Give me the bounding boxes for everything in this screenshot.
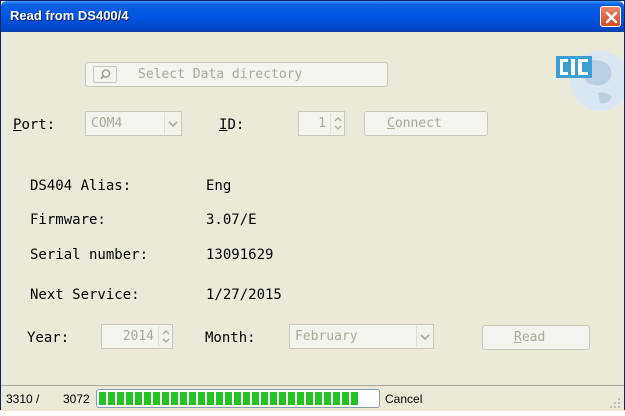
progress-block: [288, 392, 295, 405]
year-spin-buttons[interactable]: [158, 326, 172, 347]
year-stepper[interactable]: 2014: [101, 324, 173, 349]
progress-block: [99, 392, 106, 405]
progress-block: [108, 392, 115, 405]
port-value: COM4: [91, 116, 123, 131]
alias-value: Eng: [206, 178, 232, 194]
id-value: 1: [318, 116, 326, 131]
year-value: 2014: [122, 329, 154, 344]
close-icon: [605, 11, 618, 24]
serial-number-value: 13091629: [206, 247, 274, 263]
company-logo: [554, 43, 625, 113]
progress-block: [126, 392, 133, 405]
progress-fill: [99, 392, 358, 405]
month-label: Month:: [205, 330, 256, 346]
progress-block: [261, 392, 268, 405]
id-label: ID:: [219, 117, 245, 133]
month-value: February: [295, 329, 358, 344]
window-title: Read from DS400/4: [10, 8, 129, 23]
port-label: Port:: [13, 117, 56, 133]
progress-block: [162, 392, 169, 405]
port-dropdown-arrow[interactable]: [164, 113, 180, 134]
serial-number-label: Serial number:: [30, 247, 149, 263]
month-dropdown[interactable]: February: [289, 324, 434, 349]
connect-button[interactable]: Connect: [364, 111, 488, 136]
firmware-label: Firmware:: [30, 212, 106, 228]
resize-grip-icon[interactable]: [609, 397, 621, 409]
connect-label: Connect: [387, 116, 442, 131]
title-bar[interactable]: Read from DS400/4: [1, 1, 624, 32]
dialog-window: Read from DS400/4 Select Data directory …: [0, 0, 625, 411]
close-button[interactable]: [600, 6, 621, 27]
progress-block: [297, 392, 304, 405]
progress-block: [315, 392, 322, 405]
year-label: Year:: [27, 330, 70, 346]
progress-block: [117, 392, 124, 405]
progress-block: [171, 392, 178, 405]
progress-block: [234, 392, 241, 405]
progress-block: [153, 392, 160, 405]
total-count: 3310 /: [6, 392, 40, 406]
progress-block: [144, 392, 151, 405]
chevron-down-icon: [420, 334, 430, 341]
select-data-directory-button[interactable]: Select Data directory: [85, 62, 388, 87]
progress-block: [135, 392, 142, 405]
progress-block: [252, 392, 259, 405]
progress-block: [342, 392, 349, 405]
id-spin-buttons[interactable]: [330, 113, 344, 134]
id-stepper[interactable]: 1: [298, 111, 345, 136]
status-bar: 3310 / 3072 Cancel: [1, 385, 624, 411]
next-service-value: 1/27/2015: [206, 287, 282, 303]
progress-block: [189, 392, 196, 405]
progress-block: [324, 392, 331, 405]
progress-block: [180, 392, 187, 405]
progress-block: [279, 392, 286, 405]
search-icon: [93, 66, 117, 83]
progress-block: [333, 392, 340, 405]
spin-arrows-icon: [162, 330, 170, 343]
progress-block: [351, 392, 358, 405]
progress-block: [270, 392, 277, 405]
current-count: 3072: [63, 392, 90, 406]
port-dropdown[interactable]: COM4: [85, 111, 182, 136]
firmware-value: 3.07/E: [206, 212, 257, 228]
progress-block: [306, 392, 313, 405]
progress-block: [225, 392, 232, 405]
cancel-link[interactable]: Cancel: [385, 392, 422, 406]
progress-bar: [96, 389, 380, 408]
spin-arrows-icon: [334, 117, 342, 130]
read-label: Read: [514, 330, 546, 345]
select-data-directory-label: Select Data directory: [138, 67, 303, 82]
progress-block: [198, 392, 205, 405]
month-dropdown-arrow[interactable]: [416, 326, 432, 347]
chevron-down-icon: [168, 121, 178, 128]
progress-block: [207, 392, 214, 405]
next-service-label: Next Service:: [30, 287, 140, 303]
alias-label: DS404 Alias:: [30, 178, 132, 194]
progress-block: [216, 392, 223, 405]
progress-block: [243, 392, 250, 405]
read-button[interactable]: Read: [482, 325, 590, 350]
